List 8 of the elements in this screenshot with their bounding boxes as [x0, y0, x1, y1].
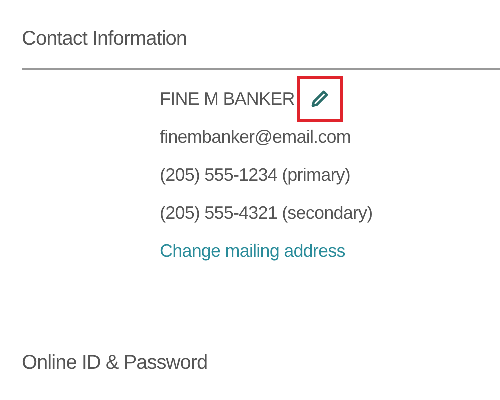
edit-pencil-icon[interactable]	[310, 89, 330, 109]
contact-detail: (205) 555-4321 (secondary)	[160, 202, 373, 225]
section-title: Online ID & Password	[22, 351, 208, 376]
section-title: Contact Information	[22, 27, 188, 52]
contact-name: FINE M BANKER	[160, 88, 295, 110]
contact-detail: (205) 555-1234 (primary)	[160, 164, 350, 187]
change-mailing-address-link[interactable]: Change mailing address	[160, 232, 346, 270]
contact-detail: finembanker@email.com	[160, 126, 351, 149]
